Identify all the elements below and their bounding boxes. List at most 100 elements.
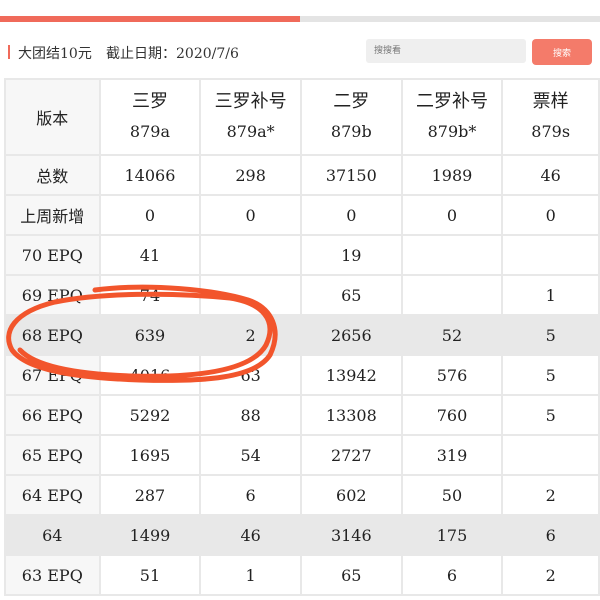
column-header-name: 票样 <box>532 91 569 112</box>
table-cell: 319 <box>400 434 504 476</box>
table-cell: 6 <box>501 514 600 556</box>
table-cell: 5 <box>501 354 600 396</box>
table-cell: 19 <box>299 234 403 276</box>
table-cell: 3146 <box>299 514 403 556</box>
table-cell: 65 <box>299 274 403 316</box>
table-cell: 2656 <box>299 314 403 356</box>
table-row: 69 EPQ 74 65 1 <box>4 274 600 316</box>
row-label: 64 <box>4 514 101 556</box>
table-cell: 74 <box>98 274 202 316</box>
table-cell: 760 <box>400 394 504 436</box>
table-cell: 0 <box>501 194 600 236</box>
table-cell: 13942 <box>299 354 403 396</box>
search-input[interactable] <box>366 39 526 63</box>
table-cell: 1 <box>501 274 600 316</box>
progress-bar <box>0 16 600 22</box>
table-row: 63 EPQ 51 1 65 6 2 <box>4 554 600 596</box>
table-cell: 46 <box>199 514 302 556</box>
column-header-code: 879b* <box>427 122 477 141</box>
page-title: 大团结10元 <box>18 46 92 62</box>
table-cell <box>501 434 600 476</box>
table-cell: 51 <box>98 554 202 596</box>
row-label: 64 EPQ <box>4 474 101 516</box>
table-row: 66 EPQ 5292 88 13308 760 5 <box>4 394 600 436</box>
table-row: 67 EPQ 4016 63 13942 576 5 <box>4 354 600 396</box>
table-cell: 6 <box>400 554 504 596</box>
table-cell: 639 <box>98 314 202 356</box>
column-header-name: 三罗 <box>131 91 168 112</box>
table-cell <box>199 274 302 316</box>
table-cell: 37150 <box>299 154 403 196</box>
column-header-name: 三罗补号 <box>214 91 287 112</box>
table-cell: 287 <box>98 474 202 516</box>
title-accent-bar <box>8 45 10 59</box>
row-label: 70 EPQ <box>4 234 101 276</box>
table-cell: 54 <box>199 434 302 476</box>
table-cell: 1499 <box>98 514 202 556</box>
table-cell: 2 <box>199 314 302 356</box>
table-row: 上周新增 0 0 0 0 0 <box>4 194 600 236</box>
row-label: 65 EPQ <box>4 434 101 476</box>
table-cell: 0 <box>98 194 202 236</box>
progress-fill <box>0 16 300 22</box>
table-row: 65 EPQ 1695 54 2727 319 <box>4 434 600 476</box>
table-cell: 63 <box>199 354 302 396</box>
column-header: 三罗补号 879a* <box>199 78 302 156</box>
column-header-code: 879a* <box>226 122 275 141</box>
table-row: 64 1499 46 3146 175 6 <box>4 514 600 556</box>
table-cell: 1989 <box>400 154 504 196</box>
table-cell: 5 <box>501 314 600 356</box>
table-cell: 88 <box>199 394 302 436</box>
table-cell: 5292 <box>98 394 202 436</box>
table-cell: 1695 <box>98 434 202 476</box>
search-button[interactable]: 搜索 <box>532 39 592 65</box>
row-label: 63 EPQ <box>4 554 101 596</box>
column-header-version: 版本 <box>4 78 101 156</box>
table-row: 64 EPQ 287 6 602 50 2 <box>4 474 600 516</box>
table-cell: 41 <box>98 234 202 276</box>
table-row: 68 EPQ 639 2 2656 52 5 <box>4 314 600 356</box>
cutoff-date: 截止日期：2020/7/6 <box>106 46 239 62</box>
column-header-code: 879s <box>531 122 571 141</box>
row-label: 66 EPQ <box>4 394 101 436</box>
table-row: 70 EPQ 41 19 <box>4 234 600 276</box>
column-header-code: 879a <box>129 122 170 141</box>
column-header-name: 二罗 <box>333 91 370 112</box>
table-cell: 175 <box>400 514 504 556</box>
table-header-row: 版本 三罗 879a 三罗补号 879a* 二罗 879b 二罗补号 879b*… <box>4 78 600 156</box>
table-cell: 13308 <box>299 394 403 436</box>
table-cell: 1 <box>199 554 302 596</box>
table-cell <box>501 234 600 276</box>
row-label: 总数 <box>4 154 101 196</box>
table-cell: 5 <box>501 394 600 436</box>
table-cell: 14066 <box>98 154 202 196</box>
column-header: 二罗 879b <box>299 78 403 156</box>
column-header: 二罗补号 879b* <box>400 78 504 156</box>
row-label: 69 EPQ <box>4 274 101 316</box>
inventory-table: 版本 三罗 879a 三罗补号 879a* 二罗 879b 二罗补号 879b*… <box>4 78 600 596</box>
table-cell: 2 <box>501 474 600 516</box>
header: 大团结10元 截止日期：2020/7/6 搜索 <box>0 36 600 68</box>
column-header: 三罗 879a <box>98 78 202 156</box>
table-cell: 0 <box>299 194 403 236</box>
table-cell: 0 <box>199 194 302 236</box>
column-header-code: 879b <box>330 122 372 141</box>
row-label: 67 EPQ <box>4 354 101 396</box>
table-cell <box>199 234 302 276</box>
table-cell: 2727 <box>299 434 403 476</box>
table-cell <box>400 274 504 316</box>
table-cell: 6 <box>199 474 302 516</box>
table-cell: 298 <box>199 154 302 196</box>
table-cell: 46 <box>501 154 600 196</box>
table-cell: 4016 <box>98 354 202 396</box>
table-cell <box>400 234 504 276</box>
table-cell: 50 <box>400 474 504 516</box>
table-cell: 52 <box>400 314 504 356</box>
table-row: 总数 14066 298 37150 1989 46 <box>4 154 600 196</box>
table-cell: 576 <box>400 354 504 396</box>
table-cell: 602 <box>299 474 403 516</box>
row-label: 68 EPQ <box>4 314 101 356</box>
row-label: 上周新增 <box>4 194 101 236</box>
column-header-name: 二罗补号 <box>415 91 488 112</box>
table-cell: 2 <box>501 554 600 596</box>
